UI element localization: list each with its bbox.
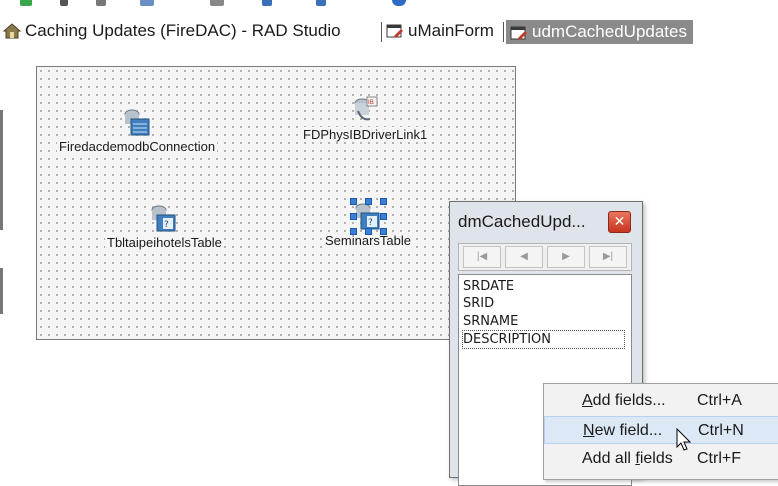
component-driver-link[interactable]: IB FDPhysIBDriverLink1 [301, 95, 430, 144]
svg-text:?: ? [368, 218, 373, 228]
toolbar-pause-icon[interactable] [60, 0, 68, 6]
field-list-item-focused[interactable]: DESCRIPTION [462, 330, 625, 349]
toolbar-step-icon[interactable] [140, 0, 154, 6]
table-icon: ? [350, 198, 387, 235]
connection-icon [122, 107, 152, 137]
toolbar-trace-icon[interactable] [210, 0, 224, 6]
menu-item-label: ields [639, 450, 673, 467]
tab-project-label: Caching Updates (FireDAC) - RAD Studio [25, 21, 341, 40]
mouse-pointer-icon [676, 427, 694, 454]
splitter-handle[interactable] [0, 110, 3, 230]
selection-handle[interactable] [380, 198, 387, 205]
project-icon [2, 23, 22, 39]
component-label: TbltaipeihotelsTable [105, 235, 224, 250]
last-record-icon: ▶| [602, 251, 614, 262]
first-record-icon: |◀ [476, 251, 488, 262]
menu-shortcut: Ctrl+N [698, 422, 744, 439]
component-seminars-table[interactable]: ? SeminarsTable [323, 198, 413, 250]
toolbar-forward-icon[interactable] [316, 0, 326, 6]
toolbar-back-icon[interactable] [262, 0, 272, 6]
selection-handle[interactable] [350, 198, 357, 205]
svg-text:IB: IB [368, 99, 374, 106]
component-label: FDPhysIBDriverLink1 [301, 127, 430, 142]
menu-item-label: dd fields... [592, 392, 666, 409]
toolbar-run-icon[interactable] [20, 0, 32, 6]
splitter-handle[interactable] [0, 268, 3, 314]
last-record-button[interactable]: ▶| [589, 246, 627, 268]
menu-item-label: Add all [582, 450, 636, 467]
component-connection[interactable]: FiredacdemodbConnection [57, 107, 218, 156]
menu-item-label: ew field... [594, 422, 663, 439]
form-unit-icon [510, 24, 528, 40]
selection-handle[interactable] [350, 213, 357, 220]
selection-handle[interactable] [365, 228, 372, 235]
menu-accelerator: N [583, 422, 595, 439]
tab-separator [381, 22, 382, 42]
menu-shortcut: Ctrl+F [697, 450, 741, 467]
form-unit-icon [386, 23, 404, 39]
ide-toolbar [0, 0, 778, 14]
table-icon: ? [149, 203, 179, 233]
tab-udmcachedupdates-label: udmCachedUpdates [532, 22, 687, 41]
menu-item-add-fields[interactable]: Add fields... Ctrl+A [544, 387, 778, 415]
toolbar-help-icon[interactable] [392, 0, 406, 6]
field-list-item[interactable]: SRNAME [463, 313, 518, 330]
fields-editor-title: dmCachedUpd... [458, 212, 586, 231]
menu-accelerator: A [582, 392, 593, 409]
component-label: FiredacdemodbConnection [57, 139, 218, 154]
close-icon: ✕ [613, 213, 626, 229]
prior-record-icon: ◀ [520, 251, 528, 262]
selection-handle[interactable] [350, 228, 357, 235]
close-button[interactable]: ✕ [608, 211, 631, 233]
fields-context-menu: Add fields... Ctrl+A New field... Ctrl+N… [543, 383, 778, 480]
next-record-button[interactable]: ▶ [547, 246, 585, 268]
component-label: SeminarsTable [323, 233, 413, 248]
tab-umainform[interactable]: uMainForm [386, 20, 494, 42]
field-list-item[interactable]: SRID [463, 295, 494, 312]
tab-separator [503, 22, 504, 42]
prior-record-button[interactable]: ◀ [505, 246, 543, 268]
selection-handle[interactable] [380, 213, 387, 220]
dataset-navigator: |◀ ◀ ▶ ▶| [458, 243, 632, 271]
selection-handle[interactable] [380, 228, 387, 235]
menu-item-new-field[interactable]: New field... Ctrl+N [544, 416, 778, 444]
toolbar-stop-icon[interactable] [96, 0, 106, 6]
field-list-item[interactable]: SRDATE [463, 278, 514, 295]
tab-project[interactable]: Caching Updates (FireDAC) - RAD Studio [2, 20, 341, 42]
menu-item-add-all-fields[interactable]: Add all fields Ctrl+F [544, 445, 778, 473]
tab-umainform-label: uMainForm [408, 21, 494, 40]
driver-link-icon: IB [350, 95, 380, 125]
editor-tab-bar: Caching Updates (FireDAC) - RAD Studio u… [0, 16, 778, 44]
next-record-icon: ▶ [562, 251, 570, 262]
svg-text:?: ? [164, 220, 169, 230]
selection-handle[interactable] [365, 198, 372, 205]
data-module-design-surface[interactable]: FiredacdemodbConnection IB FDPhysIBDrive… [36, 66, 516, 340]
tab-udmcachedupdates[interactable]: udmCachedUpdates [506, 20, 693, 44]
component-hotels-table[interactable]: ? TbltaipeihotelsTable [105, 203, 224, 252]
first-record-button[interactable]: |◀ [463, 246, 501, 268]
menu-shortcut: Ctrl+A [697, 392, 742, 409]
